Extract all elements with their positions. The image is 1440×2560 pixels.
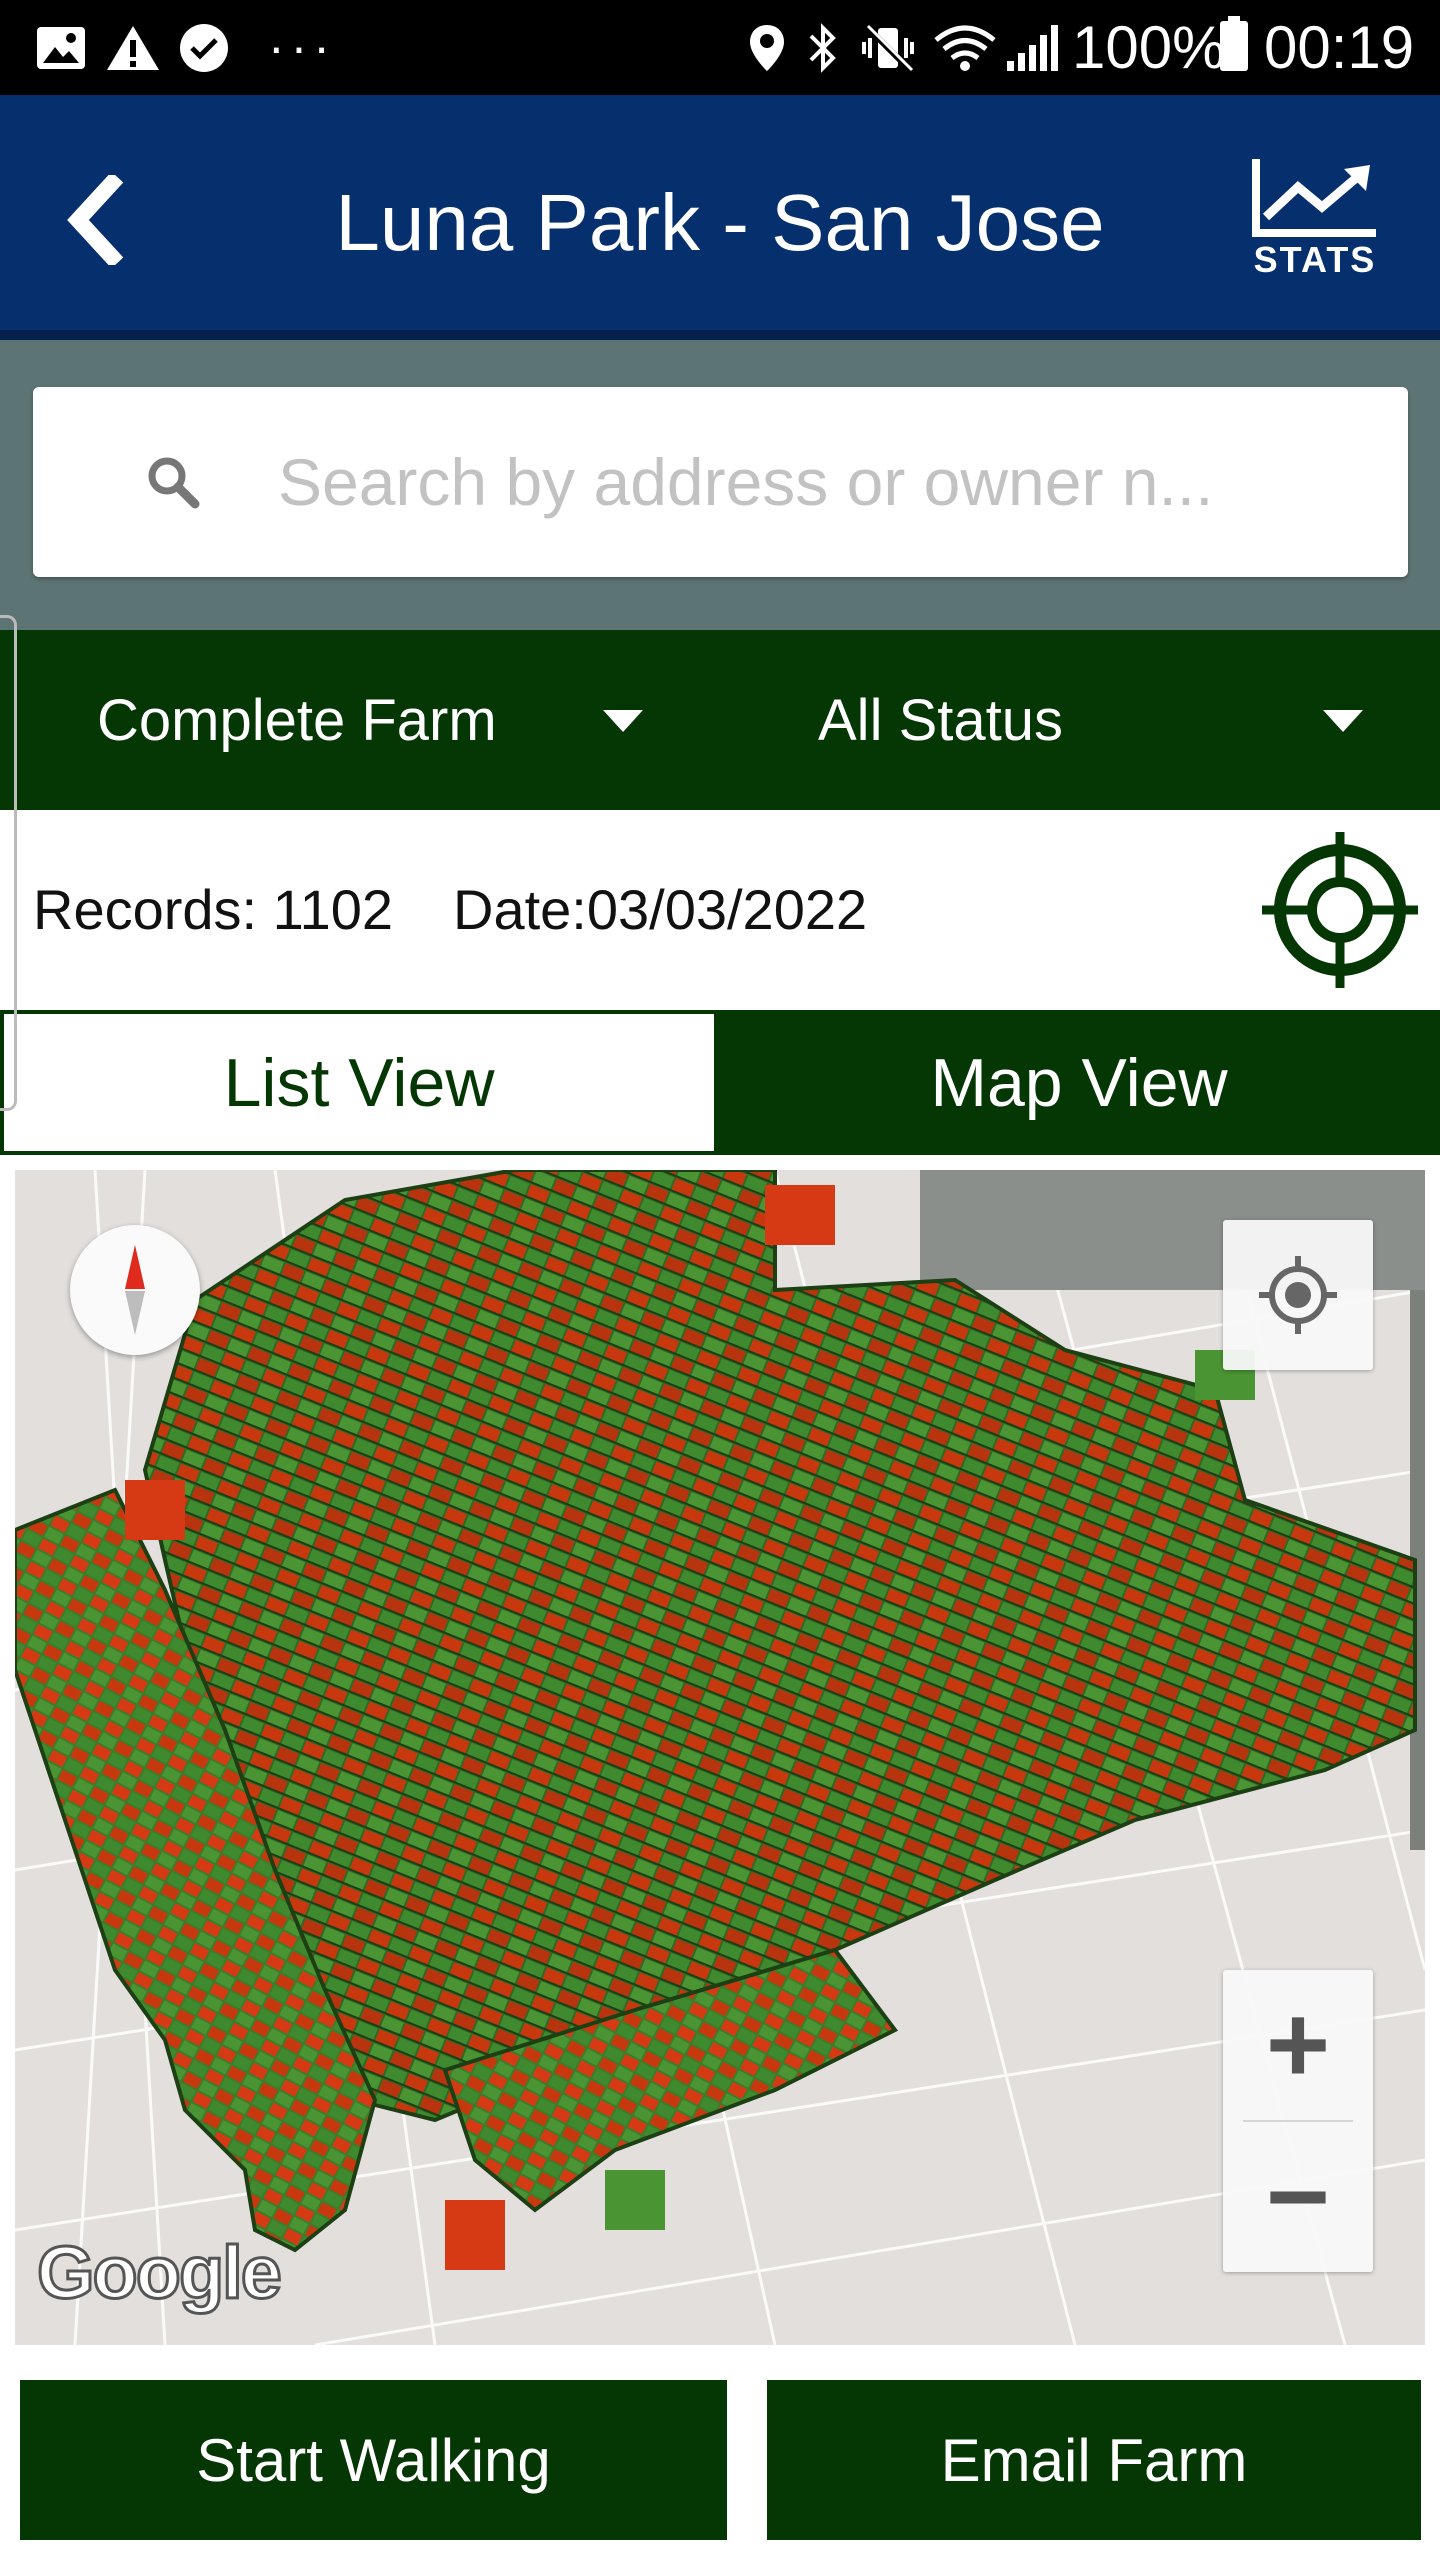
stats-label: STATS [1253, 239, 1377, 280]
app-header: Luna Park - San Jose STATS [0, 95, 1440, 340]
compass-icon [125, 1245, 145, 1335]
vibrate-icon [860, 23, 916, 73]
farm-filter-label: Complete Farm [97, 687, 497, 753]
stats-button[interactable]: STATS [1240, 155, 1390, 285]
google-attribution: Google [36, 2230, 284, 2316]
start-walking-button[interactable]: Start Walking [20, 2380, 727, 2540]
back-button[interactable] [60, 171, 140, 269]
chevron-down-icon [603, 710, 643, 732]
search-box[interactable] [33, 387, 1408, 577]
status-filter-label: All Status [818, 687, 1063, 753]
chevron-left-icon [67, 171, 124, 269]
clock: 00:19 [1264, 14, 1415, 81]
records-date: Date:03/03/2022 [453, 878, 868, 941]
chart-trend-icon [1252, 159, 1376, 237]
battery-percent: 100% [1072, 14, 1226, 81]
records-count: Records: 1102 [33, 878, 394, 941]
crosshair-icon [1262, 832, 1418, 988]
my-location-icon [1259, 1256, 1337, 1334]
more-notifications: ··· [268, 19, 336, 75]
chevron-down-icon [1323, 710, 1363, 732]
battery-icon [1218, 16, 1250, 71]
bluetooth-icon [805, 23, 841, 73]
search-icon [148, 457, 200, 509]
signal-icon [1005, 24, 1059, 72]
tab-list-view[interactable]: List View [0, 1010, 718, 1155]
zoom-out-button[interactable]: − [1223, 2122, 1373, 2272]
filter-bar: Complete Farm All Status [0, 630, 1440, 810]
wifi-icon [932, 24, 998, 72]
email-farm-button[interactable]: Email Farm [767, 2380, 1421, 2540]
farm-filter-dropdown[interactable]: Complete Farm [0, 630, 718, 810]
locate-target-button[interactable] [1260, 830, 1420, 990]
map-canvas[interactable] [15, 1170, 1425, 2345]
image-icon [35, 24, 87, 72]
drawer-edge-handle[interactable] [0, 615, 17, 1111]
tab-map-view[interactable]: Map View [718, 1010, 1440, 1155]
zoom-in-button[interactable]: + [1223, 1970, 1373, 2120]
map-view[interactable]: + − Google [15, 1170, 1425, 2345]
view-tabs: List View Map View [0, 1010, 1440, 1155]
status-filter-dropdown[interactable]: All Status [718, 630, 1440, 810]
search-area [0, 340, 1440, 630]
records-info-row: Records: 1102 Date:03/03/2022 [0, 810, 1440, 1010]
compass-button[interactable] [70, 1225, 200, 1355]
location-icon [748, 24, 786, 72]
warning-icon [105, 24, 161, 72]
status-bar: ··· 100% 00:19 [0, 0, 1440, 95]
my-location-button[interactable] [1223, 1220, 1373, 1370]
chat-icon [176, 24, 232, 72]
search-input[interactable] [248, 427, 1368, 537]
page-title: Luna Park - San Jose [335, 178, 1105, 267]
zoom-controls: + − [1223, 1970, 1373, 2272]
